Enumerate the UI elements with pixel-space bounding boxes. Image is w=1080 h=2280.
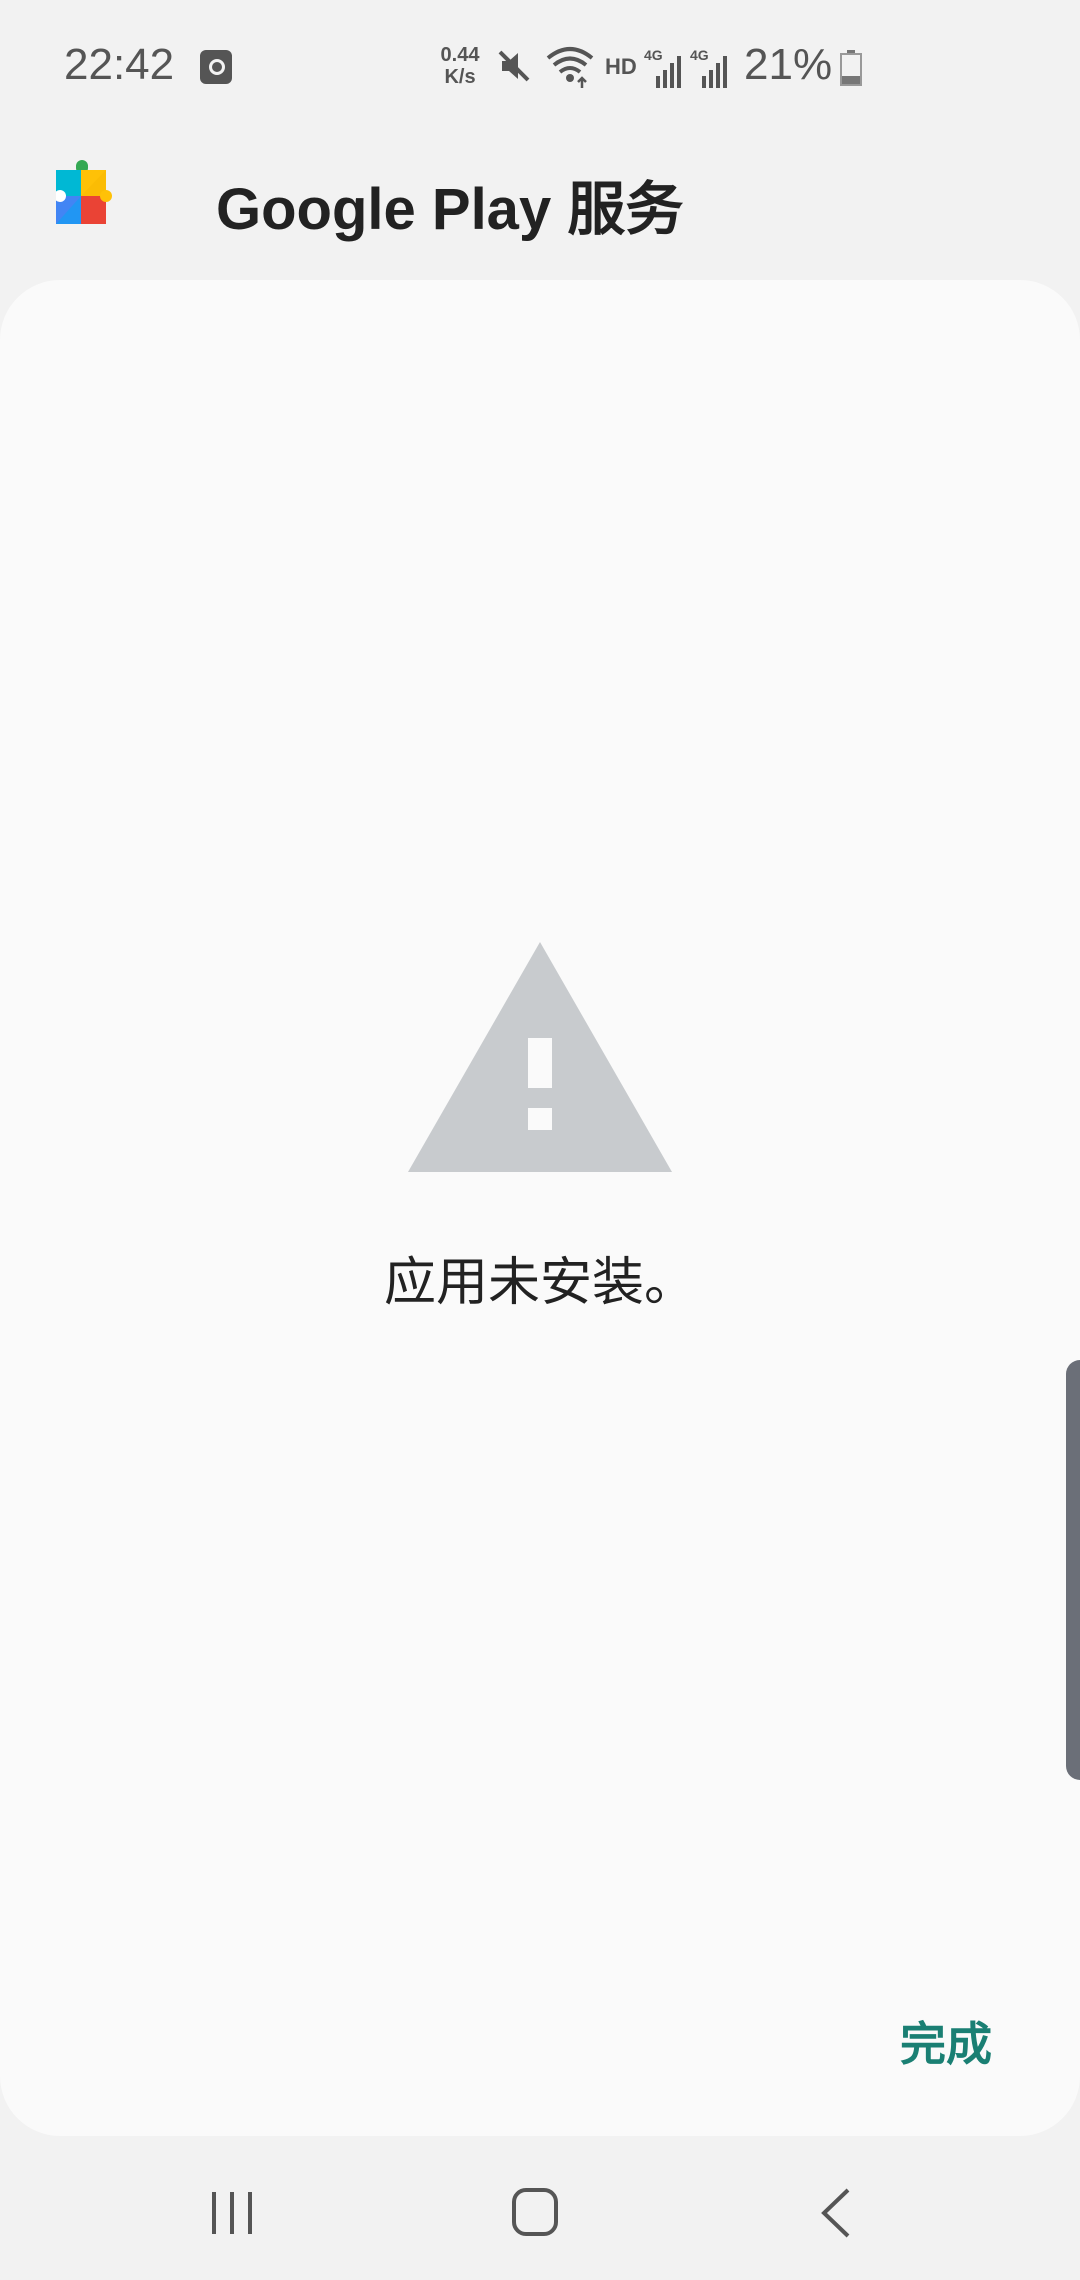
signal-icon: 4G [644,47,681,88]
status-time: 22:42 [64,40,175,89]
net-speed-unit: K/s [444,66,476,88]
warning-icon [408,942,672,1172]
signal-label: 4G [690,47,709,63]
signal-icon: 4G [690,47,727,88]
google-play-services-icon [56,160,112,224]
app-header: Google Play 服务 [0,140,1080,260]
hd-label: HD [605,54,637,79]
back-icon[interactable] [818,2186,854,2240]
scroll-handle[interactable] [1066,1360,1080,1780]
net-speed: 0.44 K/s [430,44,490,88]
battery-icon [840,50,862,86]
home-icon[interactable] [510,2186,560,2238]
battery-percent: 21% [744,40,833,89]
net-speed-value: 0.44 [440,44,480,66]
done-button[interactable]: 完成 [890,2002,1002,2080]
wifi-icon [546,47,594,88]
dialog-card: 应用未安装。 完成 [0,280,1080,2136]
signal-label: 4G [644,47,663,63]
page-title: Google Play 服务 [216,177,684,242]
recent-apps-icon[interactable] [208,2188,256,2238]
status-message: 应用未安装。 [383,1253,696,1313]
screen: 22:42 0.44 K/s HD 4G 4G 21% Google Play … [0,0,1080,2280]
status-bar: 22:42 0.44 K/s HD 4G 4G 21% [0,0,1080,120]
mute-icon [498,50,530,82]
navigation-bar [0,2156,1080,2280]
alarm-icon [200,50,232,84]
